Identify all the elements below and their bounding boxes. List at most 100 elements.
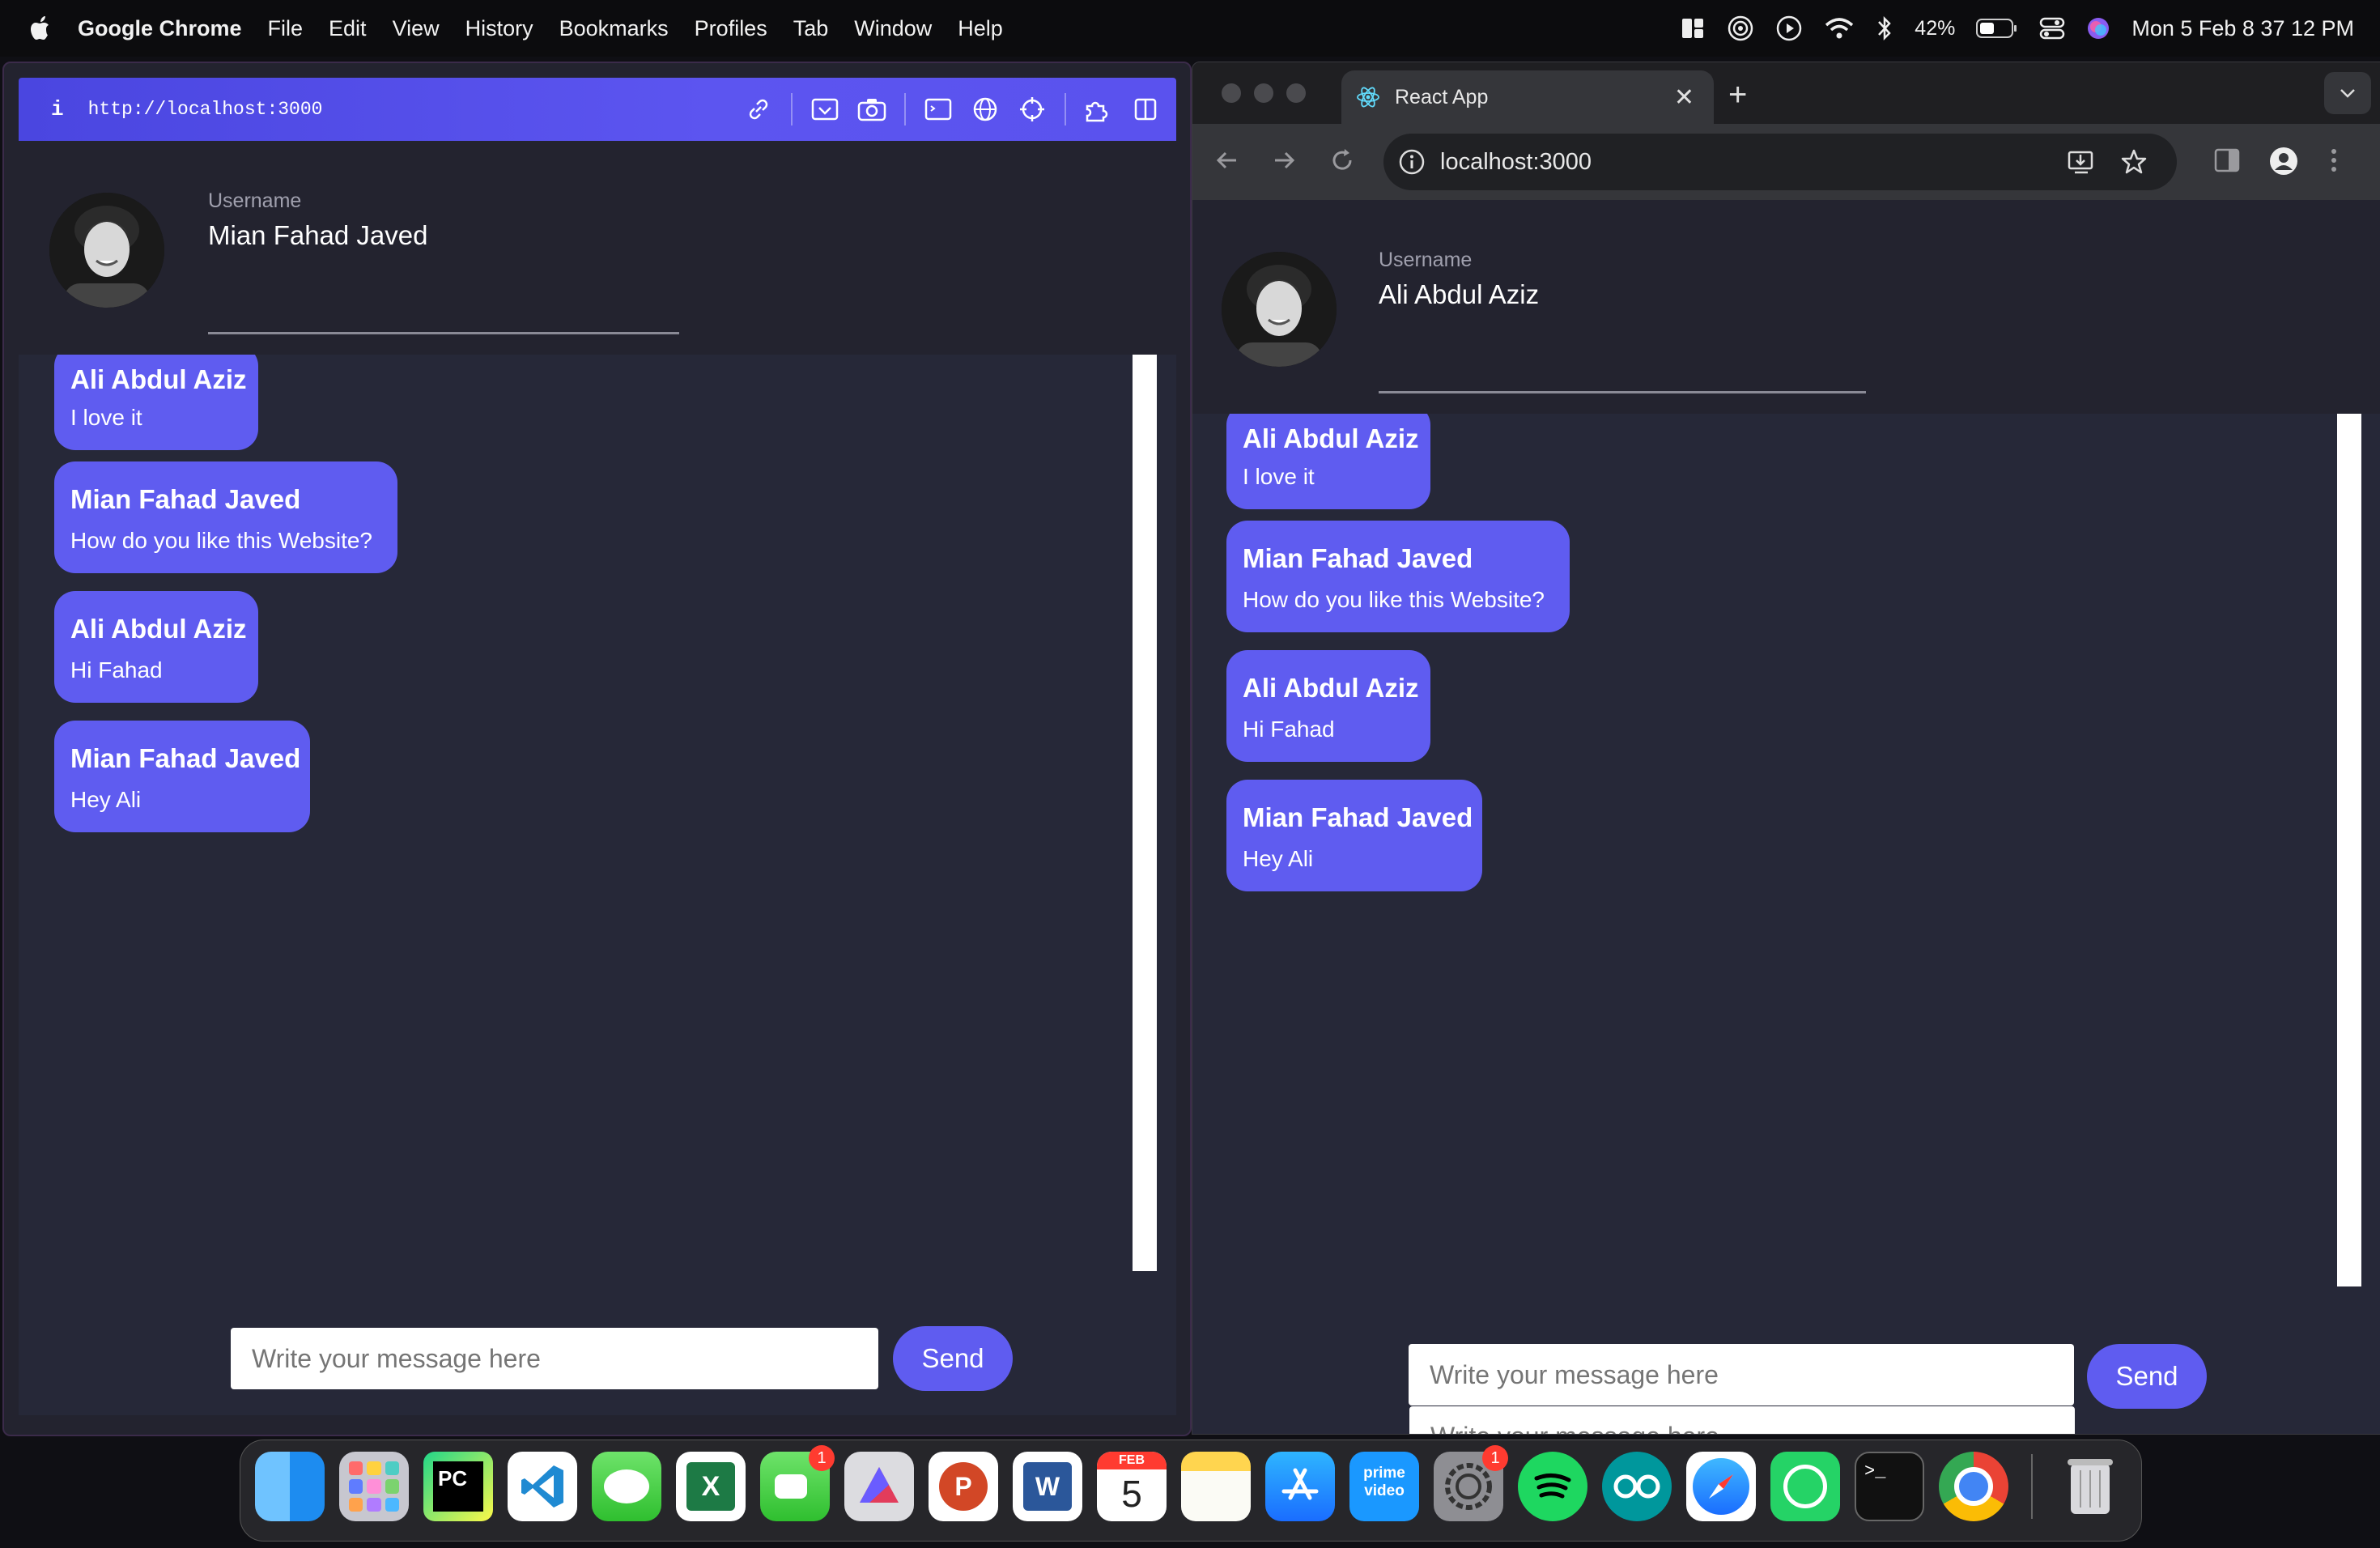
username-field[interactable]: Ali Abdul Aziz bbox=[1379, 279, 1539, 310]
menu-bookmarks[interactable]: Bookmarks bbox=[559, 16, 669, 41]
menu-profiles[interactable]: Profiles bbox=[695, 16, 767, 41]
avatar bbox=[1222, 252, 1337, 367]
menu-history[interactable]: History bbox=[465, 16, 533, 41]
extensions-icon[interactable] bbox=[1084, 95, 1113, 124]
airdrop-icon[interactable] bbox=[1727, 15, 1754, 42]
spotify-icon[interactable] bbox=[1518, 1452, 1587, 1521]
window-manager-icon[interactable] bbox=[1680, 15, 1706, 41]
left-toolbar-tools bbox=[744, 78, 1160, 141]
control-center-icon[interactable] bbox=[2039, 16, 2065, 40]
left-url-bar[interactable]: http://localhost:3000 bbox=[88, 99, 323, 120]
now-playing-icon[interactable] bbox=[1775, 15, 1803, 42]
reload-icon[interactable] bbox=[1328, 147, 1356, 174]
battery-icon[interactable] bbox=[1976, 18, 2018, 39]
apple-menu-icon[interactable] bbox=[24, 12, 57, 45]
notes-icon[interactable] bbox=[1181, 1452, 1251, 1521]
pycharm-icon[interactable]: PC bbox=[423, 1452, 493, 1521]
message-text: Hey Ali bbox=[70, 787, 142, 812]
menu-app-name[interactable]: Google Chrome bbox=[78, 16, 242, 41]
site-info-icon[interactable] bbox=[1398, 148, 1426, 176]
arduino-icon[interactable] bbox=[1602, 1452, 1672, 1521]
menu-tab[interactable]: Tab bbox=[793, 16, 829, 41]
message-input[interactable] bbox=[1409, 1406, 2075, 1434]
tab-react-app[interactable]: React App ✕ bbox=[1341, 70, 1714, 124]
console-icon[interactable] bbox=[924, 95, 953, 124]
wifi-icon[interactable] bbox=[1824, 16, 1855, 40]
install-app-icon[interactable] bbox=[2067, 148, 2096, 176]
minimize-window-button[interactable] bbox=[1254, 83, 1273, 103]
react-icon bbox=[1357, 87, 1379, 108]
menu-help[interactable]: Help bbox=[958, 16, 1003, 41]
send-button[interactable]: Send bbox=[2087, 1344, 2207, 1409]
bookmark-star-icon[interactable] bbox=[2120, 148, 2148, 176]
launchpad-icon[interactable] bbox=[339, 1452, 409, 1521]
forward-arrow-icon[interactable] bbox=[1270, 147, 1298, 174]
site-info-button[interactable]: i bbox=[51, 97, 64, 121]
chrome-icon[interactable] bbox=[1939, 1452, 2008, 1521]
close-window-button[interactable] bbox=[1222, 83, 1241, 103]
menu-edit[interactable]: Edit bbox=[329, 16, 367, 41]
globe-icon[interactable] bbox=[971, 95, 1000, 124]
menu-view[interactable]: View bbox=[393, 16, 440, 41]
app-store-icon[interactable] bbox=[1265, 1452, 1335, 1521]
chat-messages-area[interactable]: Ali Abdul Aziz I love it Mian Fahad Jave… bbox=[1192, 414, 2380, 1434]
affinity-icon[interactable] bbox=[844, 1452, 914, 1521]
powerpoint-icon[interactable]: P bbox=[929, 1452, 998, 1521]
address-bar[interactable]: localhost:3000 bbox=[1383, 134, 2177, 190]
tab-title: React App bbox=[1395, 85, 1489, 108]
username-field[interactable]: Mian Fahad Javed bbox=[208, 220, 428, 251]
message-text: Hi Fahad bbox=[70, 657, 163, 683]
finder-icon[interactable] bbox=[255, 1452, 325, 1521]
crosshair-icon[interactable] bbox=[1018, 95, 1047, 124]
dock: PC X 1 P W FEB 5 prime video 1 >_ bbox=[240, 1440, 2142, 1542]
bluetooth-icon[interactable] bbox=[1876, 15, 1893, 42]
back-arrow-icon[interactable] bbox=[1213, 147, 1241, 174]
profile-avatar-icon[interactable] bbox=[2269, 147, 2298, 176]
menu-file[interactable]: File bbox=[268, 16, 304, 41]
vscode-icon[interactable] bbox=[508, 1452, 577, 1521]
prime-label: prime bbox=[1363, 1465, 1405, 1482]
toolbar-divider bbox=[904, 93, 906, 125]
username-underline bbox=[1379, 391, 1866, 393]
image-icon[interactable] bbox=[810, 95, 839, 124]
send-button[interactable]: Send bbox=[893, 1326, 1013, 1391]
trash-icon[interactable] bbox=[2055, 1452, 2125, 1521]
split-view-icon[interactable] bbox=[1131, 95, 1160, 124]
close-tab-icon[interactable]: ✕ bbox=[1674, 83, 1694, 112]
avatar bbox=[49, 193, 164, 308]
camera-icon[interactable] bbox=[857, 95, 886, 124]
chat-header: Username Mian Fahad Javed bbox=[19, 141, 1176, 355]
whatsapp-icon[interactable] bbox=[1770, 1452, 1840, 1521]
notification-badge: 1 bbox=[809, 1445, 835, 1471]
safari-icon[interactable] bbox=[1686, 1452, 1756, 1521]
word-icon[interactable]: W bbox=[1013, 1452, 1082, 1521]
message-sender: Mian Fahad Javed bbox=[70, 484, 301, 514]
calendar-day: 5 bbox=[1121, 1473, 1142, 1515]
siri-icon[interactable] bbox=[2086, 16, 2110, 40]
chat-scrollbar[interactable] bbox=[2337, 414, 2361, 1286]
message-bubble: Ali Abdul Aziz Hi Fahad bbox=[1226, 650, 1430, 762]
message-text: How do you like this Website? bbox=[1243, 587, 1545, 612]
side-panel-icon[interactable] bbox=[2214, 148, 2240, 172]
more-menu-icon[interactable] bbox=[2329, 147, 2339, 174]
message-input[interactable] bbox=[231, 1328, 878, 1389]
terminal-icon[interactable]: >_ bbox=[1855, 1452, 1924, 1521]
messages-icon[interactable] bbox=[592, 1452, 661, 1521]
menu-window[interactable]: Window bbox=[854, 16, 932, 41]
facetime-icon[interactable]: 1 bbox=[760, 1445, 835, 1521]
prime-video-icon[interactable]: prime video bbox=[1349, 1452, 1419, 1521]
system-settings-icon[interactable]: 1 bbox=[1434, 1445, 1508, 1521]
chat-messages-area[interactable]: Ali Abdul Aziz I love it Mian Fahad Jave… bbox=[19, 355, 1176, 1415]
tab-search-button[interactable] bbox=[2324, 72, 2371, 114]
notification-badge: 1 bbox=[1482, 1445, 1508, 1471]
link-icon[interactable] bbox=[744, 95, 773, 124]
message-sender: Ali Abdul Aziz bbox=[70, 364, 247, 394]
zoom-window-button[interactable] bbox=[1286, 83, 1306, 103]
calendar-icon[interactable]: FEB 5 bbox=[1097, 1452, 1167, 1521]
chat-scrollbar[interactable] bbox=[1133, 355, 1157, 1271]
message-bubble: Mian Fahad Javed Hey Ali bbox=[54, 721, 310, 832]
menu-clock[interactable]: Mon 5 Feb 8 37 12 PM bbox=[2131, 16, 2354, 41]
new-tab-button[interactable]: + bbox=[1728, 77, 1747, 113]
message-input[interactable] bbox=[1409, 1344, 2074, 1406]
excel-icon[interactable]: X bbox=[676, 1452, 746, 1521]
